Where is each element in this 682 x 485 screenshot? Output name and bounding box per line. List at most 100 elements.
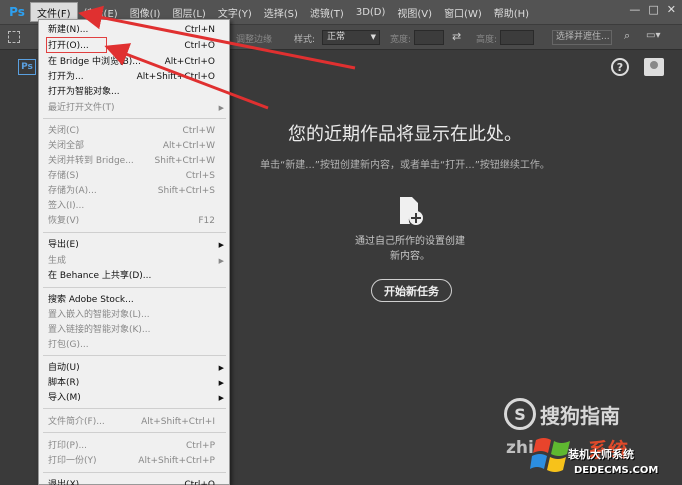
menu-3d[interactable]: 3D(D) — [350, 2, 392, 22]
menu-item-label: 新建(N)... — [48, 25, 89, 35]
menu-item-label: 生成 — [48, 256, 67, 266]
file-menu-item[interactable]: 搜索 Adobe Stock... — [48, 293, 226, 307]
menu-item-shortcut: Ctrl+S — [185, 171, 215, 181]
minimize-button[interactable]: — — [629, 3, 640, 16]
select-and-mask-button[interactable]: 选择并遮住... — [552, 30, 612, 45]
menu-item-label: 打印一份(Y) — [48, 456, 97, 466]
menu-item-label: 打开为... — [48, 72, 84, 82]
submenu-arrow-icon: ▶ — [218, 241, 224, 249]
file-menu-item: 签入(I)... — [48, 199, 226, 213]
menu-item-label: 导出(E) — [48, 240, 79, 250]
file-menu-item[interactable]: 退出(X) Ctrl+Q — [48, 478, 226, 485]
file-menu-item: 关闭并转到 Bridge... Shift+Ctrl+W — [48, 154, 226, 168]
start-new-task-button[interactable]: 开始新任务 — [371, 279, 452, 302]
width-field[interactable] — [414, 30, 444, 45]
menu-separator — [43, 118, 226, 119]
sogou-watermark: S 搜狗指南 — [504, 398, 620, 430]
menu-item-label: 关闭(C) — [48, 126, 80, 136]
file-menu-item[interactable]: 打开为智能对象... — [48, 85, 226, 99]
file-menu-item[interactable]: 导出(E) ▶ — [48, 238, 226, 252]
width-label: 宽度: — [390, 35, 412, 45]
welcome-subtitle: 单击“新建...”按钮创建新内容，或者单击“打开...”按钮继续工作。 — [260, 160, 550, 171]
style-dropdown[interactable]: 正常 ▼ — [322, 30, 380, 45]
menu-item-shortcut: Alt+Shift+Ctrl+O — [136, 72, 215, 82]
workspace-icon[interactable]: ▭▾ — [646, 30, 660, 41]
menu-separator — [43, 355, 226, 356]
menu-item-shortcut: Ctrl+Q — [184, 480, 215, 485]
close-button[interactable]: ✕ — [667, 3, 676, 16]
file-menu-item: 打印(P)... Ctrl+P — [48, 439, 226, 453]
menu-item-label: 置入链接的智能对象(K)... — [48, 325, 151, 335]
menu-item-shortcut: Shift+Ctrl+W — [154, 156, 215, 166]
create-line-2: 新内容。 — [390, 251, 430, 262]
file-menu-item[interactable]: 在 Behance 上共享(D)... — [48, 269, 226, 283]
file-menu-item[interactable]: 脚本(R) ▶ — [48, 376, 226, 390]
menu-separator — [43, 432, 226, 433]
menu-item-shortcut: Ctrl+N — [184, 25, 215, 35]
file-menu-item[interactable]: 导入(M) ▶ — [48, 391, 226, 405]
style-value: 正常 — [327, 32, 346, 42]
refine-edge-label: 调整边缘 — [236, 35, 273, 45]
menu-item-shortcut: Alt+Ctrl+W — [162, 141, 215, 151]
file-menu-item: 打印一份(Y) Alt+Shift+Ctrl+P — [48, 454, 226, 468]
menu-separator — [43, 232, 226, 233]
menu-item-label: 存储为(A)... — [48, 186, 97, 196]
menu-item-shortcut: Alt+Shift+Ctrl+I — [141, 417, 215, 427]
height-field[interactable] — [500, 30, 534, 45]
user-icon[interactable] — [644, 58, 664, 76]
menu-item-label: 打印(P)... — [48, 441, 88, 451]
file-menu: 新建(N)... Ctrl+N 打开(O)... Ctrl+O 在 Bridge 中浏览… — [38, 19, 230, 485]
search-icon[interactable]: ⌕ — [624, 29, 630, 43]
menu-item-label: 恢复(V) — [48, 216, 80, 226]
menu-filter[interactable]: 滤镜(T) — [304, 2, 350, 22]
file-menu-item: 打包(G)... — [48, 338, 226, 352]
menu-window[interactable]: 窗口(W) — [438, 2, 488, 22]
file-menu-item[interactable]: 自动(U) ▶ — [48, 361, 226, 375]
marquee-tool-icon[interactable] — [8, 31, 20, 43]
sogou-text: 搜狗指南 — [540, 403, 620, 428]
site-watermark-line-1: 装机大师系统 — [568, 448, 634, 461]
menu-separator — [43, 408, 226, 409]
menu-help[interactable]: 帮助(H) — [488, 2, 535, 22]
submenu-arrow-icon: ▶ — [218, 364, 224, 372]
swap-icon[interactable]: ⇄ — [452, 30, 461, 43]
menu-item-shortcut: Alt+Ctrl+O — [164, 57, 215, 67]
sogou-logo-icon: S — [504, 398, 536, 430]
file-menu-item: 恢复(V) F12 — [48, 214, 226, 228]
menu-view[interactable]: 视图(V) — [391, 2, 438, 22]
welcome-title: 您的近期作品将显示在此处。 — [288, 124, 522, 145]
menu-item-label: 打开(O)... — [48, 41, 89, 51]
new-document-icon[interactable] — [398, 196, 424, 226]
submenu-arrow-icon: ▶ — [218, 104, 224, 112]
file-menu-item[interactable]: 新建(N)... Ctrl+N — [48, 23, 226, 37]
file-menu-item: 关闭(C) Ctrl+W — [48, 124, 226, 138]
chevron-down-icon: ▼ — [370, 33, 376, 41]
create-line-1: 通过自己所作的设置创建 — [355, 236, 465, 247]
submenu-arrow-icon: ▶ — [218, 379, 224, 387]
menu-item-label: 退出(X) — [48, 480, 80, 485]
menu-item-shortcut: Ctrl+O — [184, 41, 215, 51]
menu-item-label: 文件简介(F)... — [48, 417, 105, 427]
file-menu-item: 存储(S) Ctrl+S — [48, 169, 226, 183]
file-menu-item[interactable]: 打开为... Alt+Shift+Ctrl+O — [48, 70, 226, 84]
maximize-button[interactable]: □ — [648, 3, 658, 16]
menu-item-label: 在 Behance 上共享(D)... — [48, 271, 152, 281]
file-menu-item[interactable]: 打开(O)... Ctrl+O — [48, 39, 226, 53]
help-icon[interactable]: ? — [611, 58, 629, 76]
menu-item-shortcut: Ctrl+P — [186, 441, 215, 451]
menu-item-label: 最近打开文件(T) — [48, 103, 115, 113]
window-controls: — □ ✕ — [629, 3, 676, 16]
file-menu-item: 存储为(A)... Shift+Ctrl+S — [48, 184, 226, 198]
menu-item-label: 关闭全部 — [48, 141, 85, 151]
file-menu-item: 关闭全部 Alt+Ctrl+W — [48, 139, 226, 153]
file-menu-item: 置入嵌入的智能对象(L)... — [48, 308, 226, 322]
menu-item-label: 存储(S) — [48, 171, 79, 181]
menu-select[interactable]: 选择(S) — [258, 2, 304, 22]
file-menu-item[interactable]: 在 Bridge 中浏览(B)... Alt+Ctrl+O — [48, 55, 226, 69]
height-label: 高度: — [476, 35, 498, 45]
create-description: 通过自己所作的设置创建 新内容。 — [330, 234, 490, 264]
menu-item-shortcut: F12 — [198, 216, 215, 226]
menu-item-label: 导入(M) — [48, 393, 81, 403]
menu-item-shortcut: Ctrl+W — [182, 126, 215, 136]
menu-item-label: 签入(I)... — [48, 201, 85, 211]
